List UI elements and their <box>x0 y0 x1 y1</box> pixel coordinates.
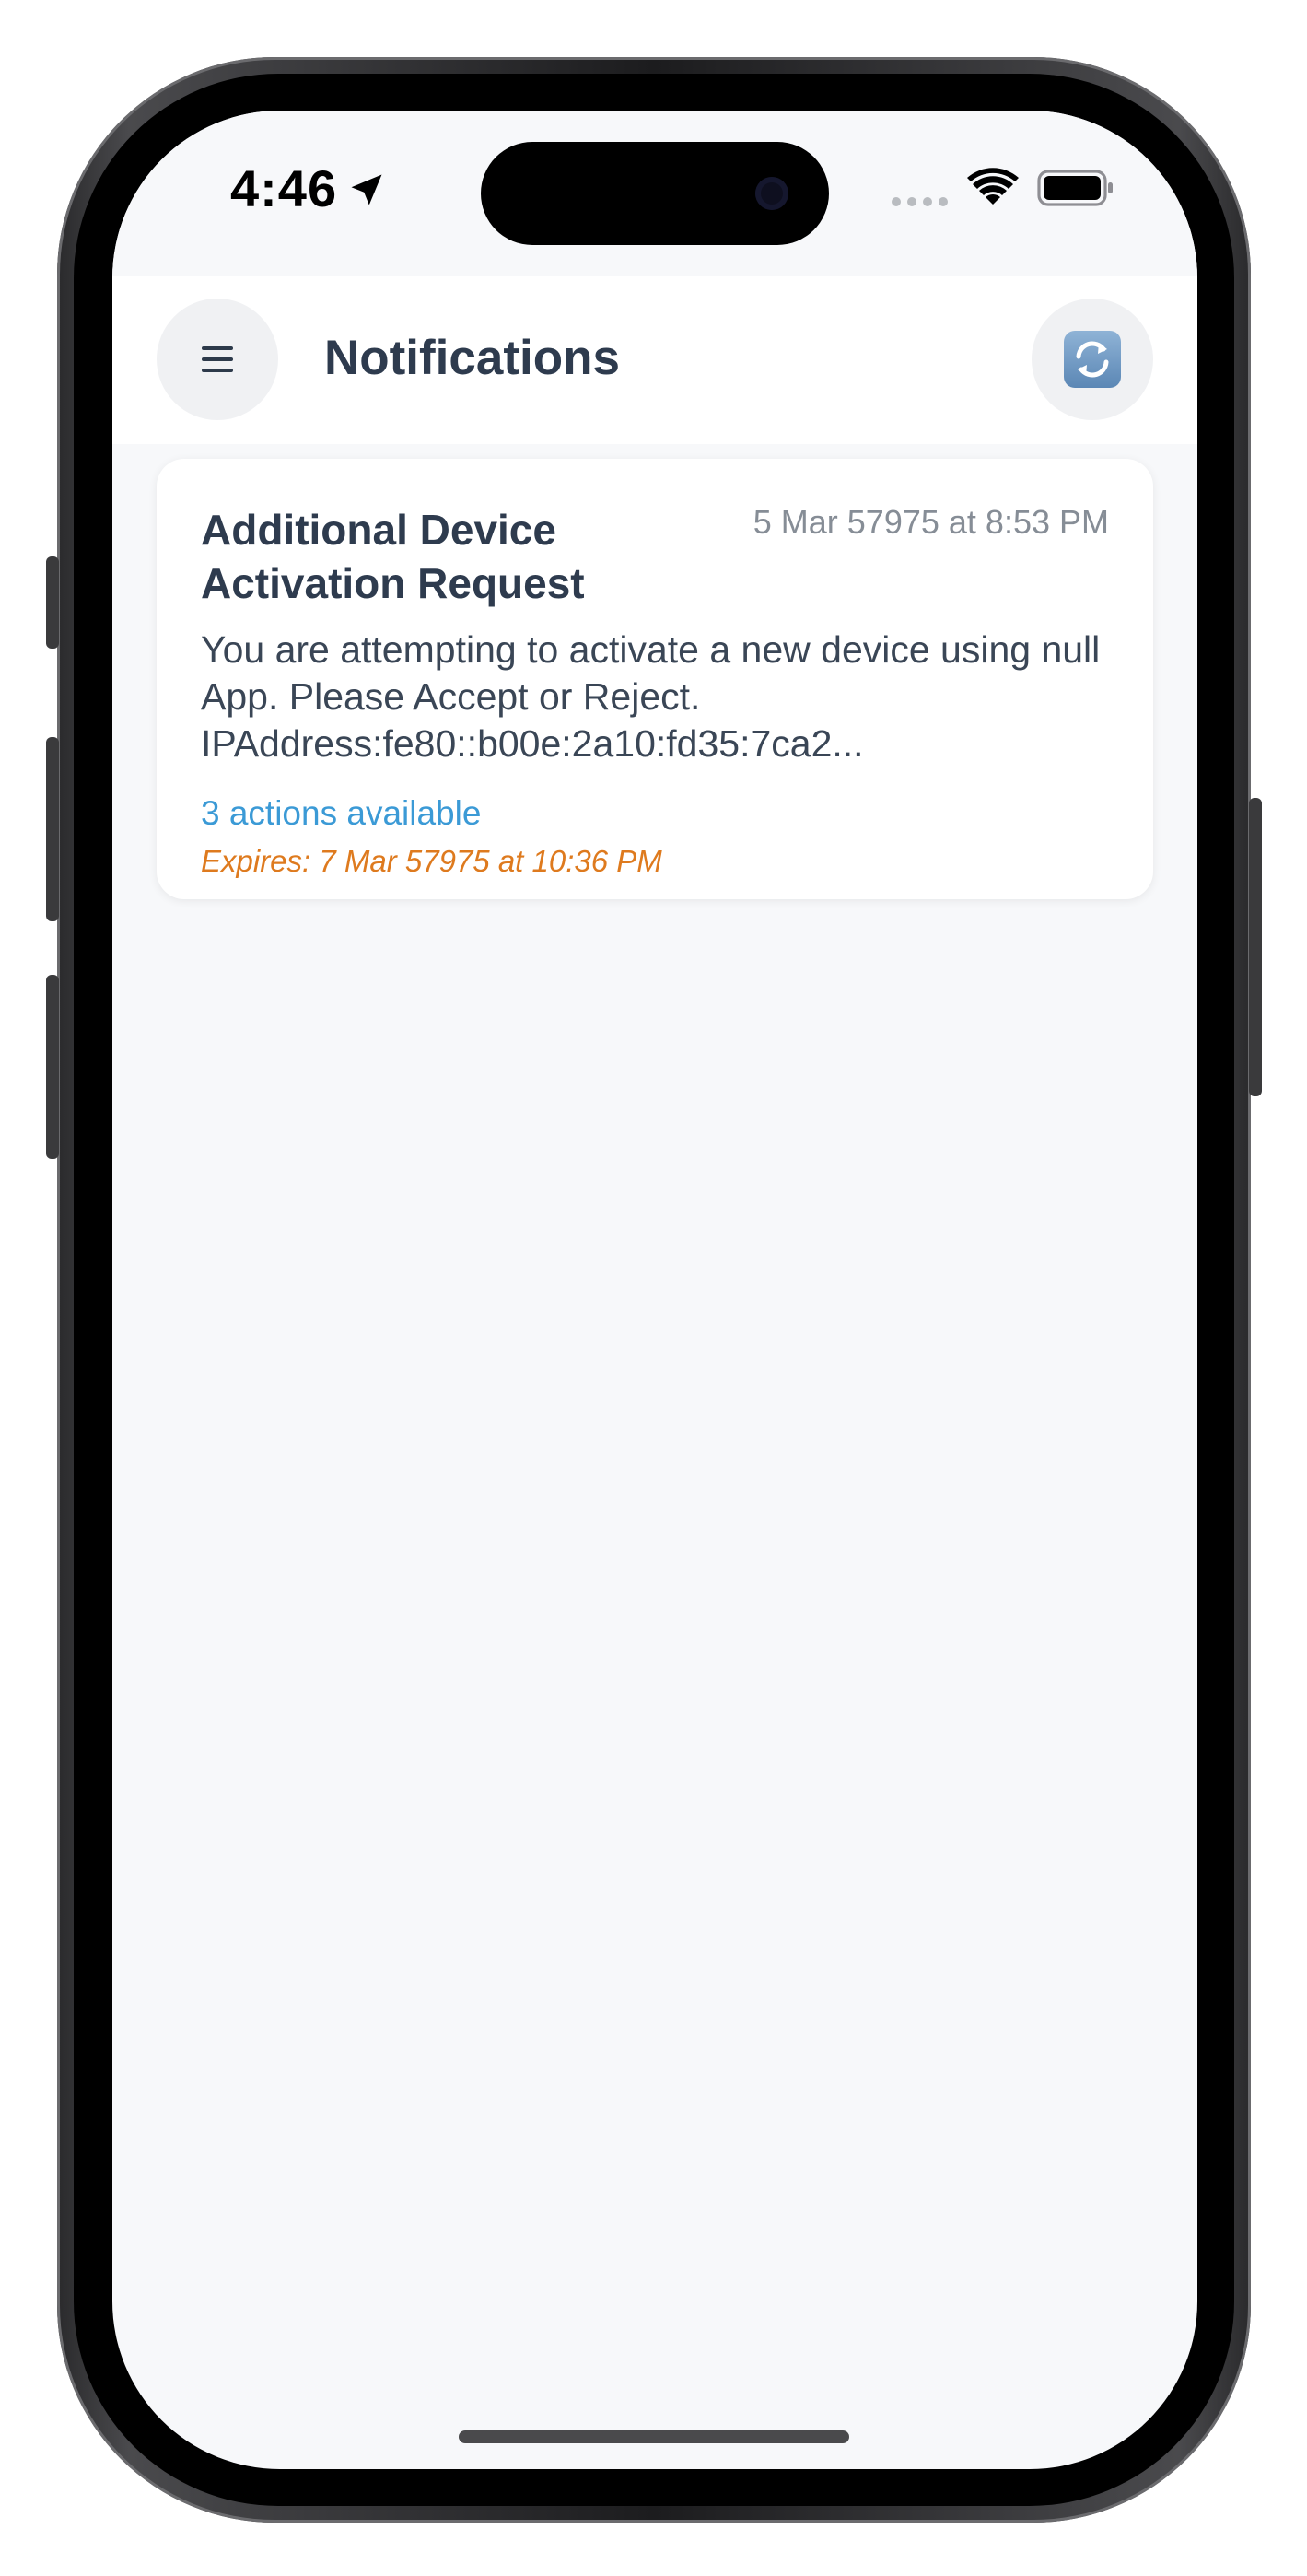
notification-expires: Expires: 7 Mar 57975 at 10:36 PM <box>201 844 662 878</box>
hamburger-menu-icon <box>202 346 233 372</box>
action-button <box>46 556 59 649</box>
phone-screen: 4:46 Notifications Additional Device Act… <box>112 111 1197 2469</box>
actions-available-link[interactable]: 3 actions available <box>201 794 481 833</box>
page-title: Notifications <box>324 331 620 385</box>
refresh-button[interactable] <box>1032 299 1153 420</box>
refresh-icon <box>1064 331 1121 388</box>
home-indicator[interactable] <box>459 2430 849 2443</box>
notification-message: You are attempting to activate a new dev… <box>201 628 1101 765</box>
dynamic-island <box>481 142 829 245</box>
power-button <box>1249 798 1262 1096</box>
battery-icon <box>1037 170 1113 206</box>
volume-up-button <box>46 737 59 921</box>
volume-down-button <box>46 975 59 1159</box>
menu-button[interactable] <box>157 299 278 420</box>
status-time: 4:46 <box>230 159 338 217</box>
wifi-icon <box>967 168 1019 205</box>
notification-card[interactable]: Additional Device Activation Request 5 M… <box>157 459 1153 899</box>
status-bar: 4:46 <box>112 111 1197 276</box>
cellular-signal-icon <box>892 197 948 206</box>
notification-title: Additional Device Activation Request <box>201 506 585 607</box>
notification-timestamp: 5 Mar 57975 at 8:53 PM <box>753 503 1109 541</box>
location-arrow-icon <box>351 174 382 205</box>
app-header: Notifications <box>112 276 1197 444</box>
front-camera <box>755 177 788 210</box>
